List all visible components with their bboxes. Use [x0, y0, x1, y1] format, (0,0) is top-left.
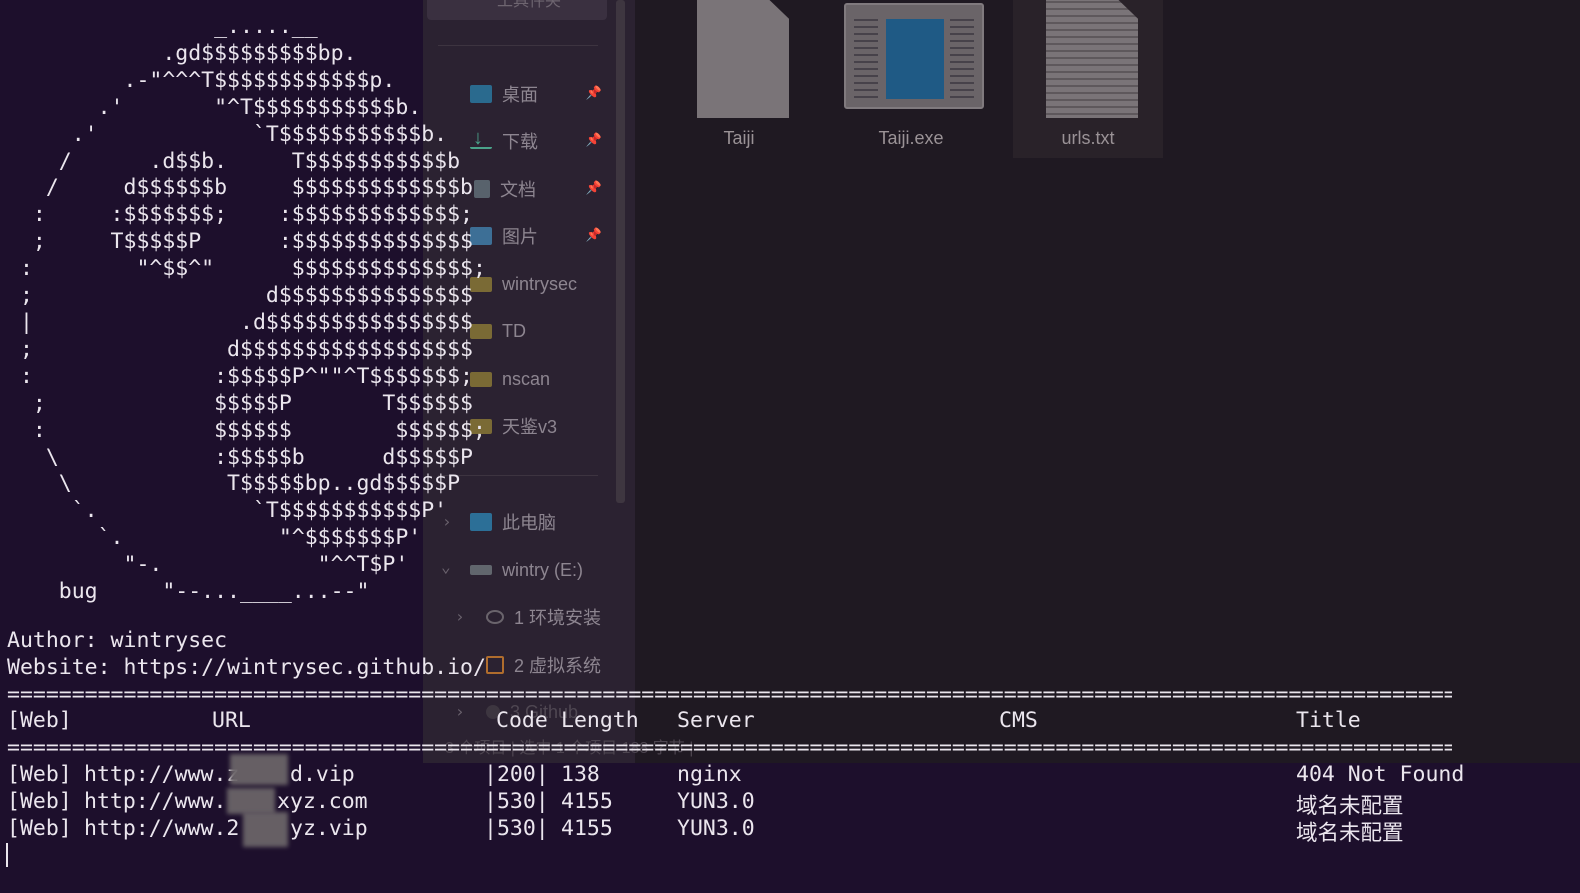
row-length: 138: [561, 762, 600, 787]
row-length: 4155: [561, 816, 613, 841]
header-cms: CMS: [999, 708, 1038, 733]
row-url-suffix: yz.vip: [290, 816, 368, 841]
header-length: Length: [561, 708, 639, 733]
row-code: |200|: [484, 762, 549, 787]
row-tag: [Web]: [7, 789, 72, 814]
header-tag: [Web]: [7, 708, 72, 733]
separator-line: ========================================…: [7, 735, 1452, 760]
ascii-art-banner: _.....__ .gd$$$$$$$$$bp. .-"^^^T$$$$$$$$…: [19, 14, 486, 605]
row-tag: [Web]: [7, 816, 72, 841]
redaction-blur: [230, 754, 288, 785]
header-title: Title: [1296, 708, 1361, 733]
row-code: |530|: [484, 816, 549, 841]
author-line: Author: wintrysec: [7, 628, 228, 653]
header-url: URL: [212, 708, 251, 733]
header-server: Server: [677, 708, 755, 733]
row-url-prefix: http://www.z: [84, 762, 240, 787]
website-line: Website: https://wintrysec.github.io/: [7, 655, 486, 680]
row-url-suffix: d.vip: [290, 762, 355, 787]
redaction-blur: [227, 788, 275, 814]
row-server: YUN3.0: [677, 789, 755, 814]
row-url-suffix: xyz.com: [277, 789, 368, 814]
row-url-prefix: http://www.: [84, 789, 227, 814]
row-title: 404 Not Found: [1296, 762, 1465, 787]
row-title: 域名未配置: [1296, 821, 1404, 846]
separator-line: ========================================…: [7, 682, 1452, 707]
row-url-prefix: http://www.2: [84, 816, 240, 841]
row-server: YUN3.0: [677, 816, 755, 841]
redaction-blur: [243, 812, 288, 847]
row-length: 4155: [561, 789, 613, 814]
row-server: nginx: [677, 762, 742, 787]
row-tag: [Web]: [7, 762, 72, 787]
header-code: Code: [496, 708, 548, 733]
row-code: |530|: [484, 789, 549, 814]
text-cursor[interactable]: [6, 843, 8, 867]
terminal-window[interactable]: _.....__ .gd$$$$$$$$$bp. .-"^^^T$$$$$$$$…: [0, 0, 1580, 893]
